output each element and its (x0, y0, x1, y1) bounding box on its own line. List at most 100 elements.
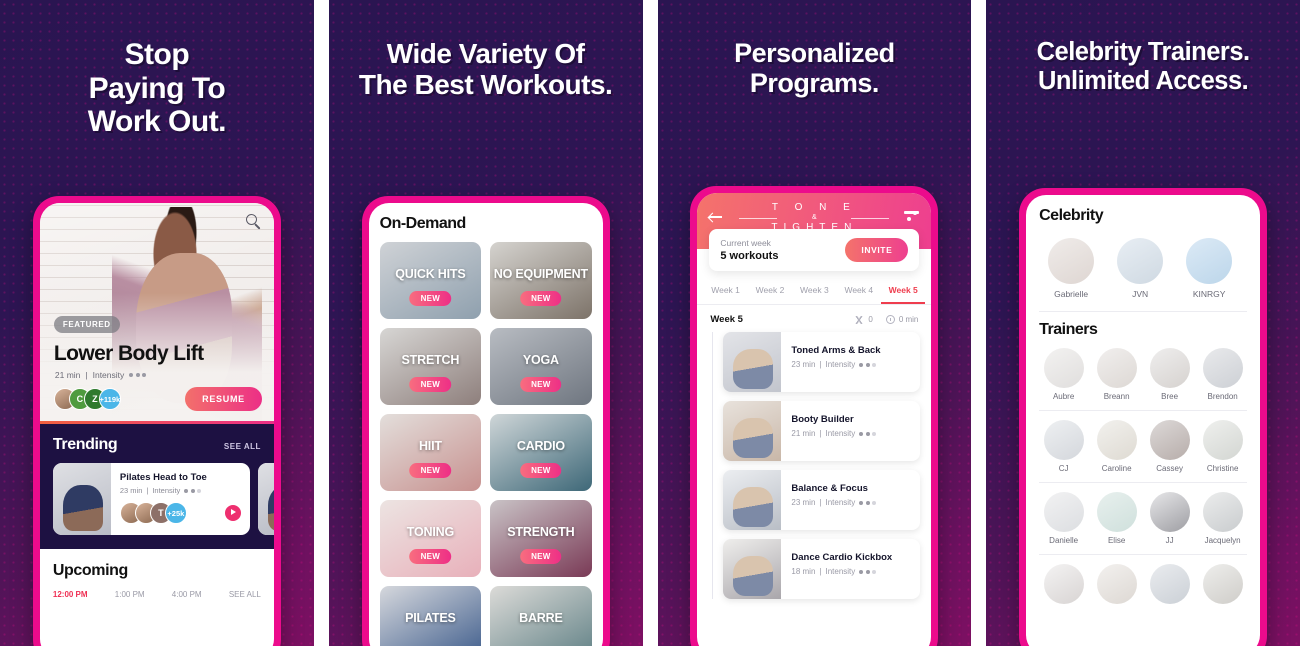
time-tab-active[interactable]: 12:00 PM (53, 590, 88, 599)
trainer-item[interactable]: JJ (1145, 492, 1194, 545)
trainer-item[interactable] (1198, 564, 1247, 604)
workout-card[interactable]: Dance Cardio Kickbox 18 min | Intensity (723, 539, 921, 599)
upcoming-time-tabs[interactable]: 12:00 PM 1:00 PM 4:00 PM SEE ALL (53, 590, 261, 599)
trending-card-list[interactable]: Pilates Head to Toe 23 min | Intensity T… (52, 463, 274, 535)
time-tab[interactable]: 4:00 PM (172, 590, 202, 599)
category-grid[interactable]: QUICK HITS NEW NO EQUIPMENT NEW STRETCH … (379, 242, 592, 646)
headline-line: Celebrity Trainers. (1036, 38, 1251, 66)
workout-card[interactable]: Booty Builder 21 min | Intensity (723, 401, 921, 461)
new-badge: NEW (409, 549, 452, 564)
resume-button[interactable]: RESUME (185, 387, 262, 411)
workout-name: Pilates Head to Toe (119, 472, 207, 483)
tab-week-5[interactable]: Week 5 (881, 277, 926, 304)
workout-thumbnail (723, 470, 782, 530)
play-icon[interactable] (224, 505, 241, 521)
trainer-item[interactable]: Brendon (1198, 348, 1247, 401)
avatar (1043, 492, 1084, 532)
celebrity-item[interactable]: JVN (1114, 238, 1166, 299)
screenshot-showcase: Stop Paying To Work Out. FEATURED Lower … (0, 0, 1300, 646)
avatar-group[interactable]: T +25k (119, 502, 187, 524)
trending-section: Trending SEE ALL Pilates Head to Toe 23 … (39, 424, 274, 549)
category-tile[interactable]: PILATES (379, 586, 482, 646)
workout-duration: 23 min (119, 486, 143, 495)
trending-title: Trending (52, 436, 118, 453)
phone-mockup-3: T O N E & TIGHTEN Current week 5 workout… (690, 186, 939, 646)
category-tile[interactable]: YOGA NEW (490, 328, 592, 405)
trainer-item[interactable]: Caroline (1092, 420, 1141, 473)
avatar (1043, 348, 1084, 388)
celebrity-list[interactable]: Gabrielle JVN KINRGY (1039, 234, 1247, 309)
category-tile[interactable]: BARRE (490, 586, 592, 646)
trending-card[interactable] (257, 463, 274, 535)
category-label: STRETCH (401, 352, 460, 367)
avatar (1186, 238, 1233, 284)
trainer-item[interactable]: Elise (1092, 492, 1141, 545)
workouts-stat: 0 (854, 315, 873, 324)
category-tile[interactable]: STRETCH NEW (379, 328, 482, 405)
trainer-item[interactable]: Cassey (1145, 420, 1194, 473)
trending-card[interactable]: Pilates Head to Toe 23 min | Intensity T… (52, 463, 250, 535)
trainer-item[interactable] (1092, 564, 1141, 604)
category-tile[interactable]: HIIT NEW (379, 414, 482, 491)
celebrity-item[interactable]: KINRGY (1183, 238, 1235, 299)
on-demand-title: On-Demand (379, 215, 467, 232)
headline-line: Work Out. (87, 105, 227, 139)
meta-separator: | (819, 498, 822, 507)
current-week-info: Current week 5 workouts (720, 238, 778, 262)
trainer-item[interactable]: CJ (1039, 420, 1088, 473)
trainer-grid-row-4[interactable] (1039, 564, 1247, 604)
celebrity-item[interactable]: Gabrielle (1045, 238, 1097, 299)
category-label: BARRE (519, 610, 563, 625)
week-summary-row: Week 5 0 0 min (697, 305, 931, 332)
featured-footer: C Z +119k RESUME (53, 387, 262, 411)
category-label: PILATES (405, 610, 456, 625)
upcoming-see-all[interactable]: SEE ALL (229, 590, 261, 599)
trainer-item[interactable]: Breann (1092, 348, 1141, 401)
category-tile[interactable]: QUICK HITS NEW (379, 242, 482, 319)
category-tile[interactable]: NO EQUIPMENT NEW (490, 242, 592, 319)
avatar (1149, 492, 1190, 532)
avatar (1202, 492, 1243, 532)
category-tile[interactable]: CARDIO NEW (490, 414, 592, 491)
trainer-item[interactable]: Jacquelyn (1198, 492, 1247, 545)
trending-header: Trending SEE ALL (53, 436, 261, 454)
featured-workout-hero[interactable]: FEATURED Lower Body Lift 21 min | Intens… (39, 203, 274, 421)
time-tab[interactable]: 1:00 PM (115, 590, 145, 599)
tab-week-2[interactable]: Week 2 (748, 277, 792, 304)
category-label: NO EQUIPMENT (493, 266, 588, 281)
trainer-item[interactable]: Christine (1198, 420, 1247, 473)
invite-button[interactable]: INVITE (845, 238, 909, 262)
tab-week-4[interactable]: Week 4 (837, 277, 881, 304)
trainer-grid-row-1[interactable]: Aubre Breann Bree Brendon (1039, 348, 1247, 401)
celebrity-name: KINRGY (1192, 289, 1226, 299)
sliders-icon[interactable] (904, 210, 920, 223)
intensity-dots (859, 500, 877, 505)
workout-meta: 23 min | Intensity (791, 498, 877, 507)
meta-separator: | (85, 370, 88, 380)
category-tile[interactable]: TONING NEW (379, 500, 482, 577)
trainer-grid-row-3[interactable]: Danielle Elise JJ Jacquelyn (1039, 492, 1247, 545)
trainer-item[interactable]: Bree (1145, 348, 1194, 401)
celebrity-title: Celebrity (1039, 207, 1104, 224)
logo-line-1: T O N E (771, 202, 857, 213)
workout-duration: 21 min (791, 429, 816, 438)
workout-card[interactable]: Balance & Focus 23 min | Intensity (723, 470, 921, 530)
workout-meta: 23 min | Intensity (120, 486, 241, 495)
week-tabs[interactable]: Week 1 Week 2 Week 3 Week 4 Week 5 (697, 277, 932, 305)
trainer-item[interactable] (1039, 564, 1088, 604)
workout-card-body: Balance & Focus 23 min | Intensity (781, 470, 886, 530)
trainer-item[interactable]: Danielle (1039, 492, 1088, 545)
tab-week-3[interactable]: Week 3 (792, 277, 836, 304)
trainer-grid-row-2[interactable]: CJ Caroline Cassey Christine (1039, 420, 1247, 473)
trending-see-all[interactable]: SEE ALL (224, 442, 261, 451)
search-icon[interactable] (245, 214, 262, 230)
new-badge: NEW (409, 463, 452, 478)
section-divider (1039, 311, 1248, 312)
workout-card[interactable]: Toned Arms & Back 23 min | Intensity (723, 332, 921, 392)
category-tile[interactable]: STRENGTH NEW (490, 500, 592, 577)
tab-week-1[interactable]: Week 1 (703, 277, 747, 304)
avatar-group[interactable]: C Z +119k (53, 388, 121, 410)
trainer-item[interactable]: Aubre (1039, 348, 1088, 401)
trainer-item[interactable] (1145, 564, 1194, 604)
workout-card-body: Booty Builder 21 min | Intensity (781, 401, 886, 461)
